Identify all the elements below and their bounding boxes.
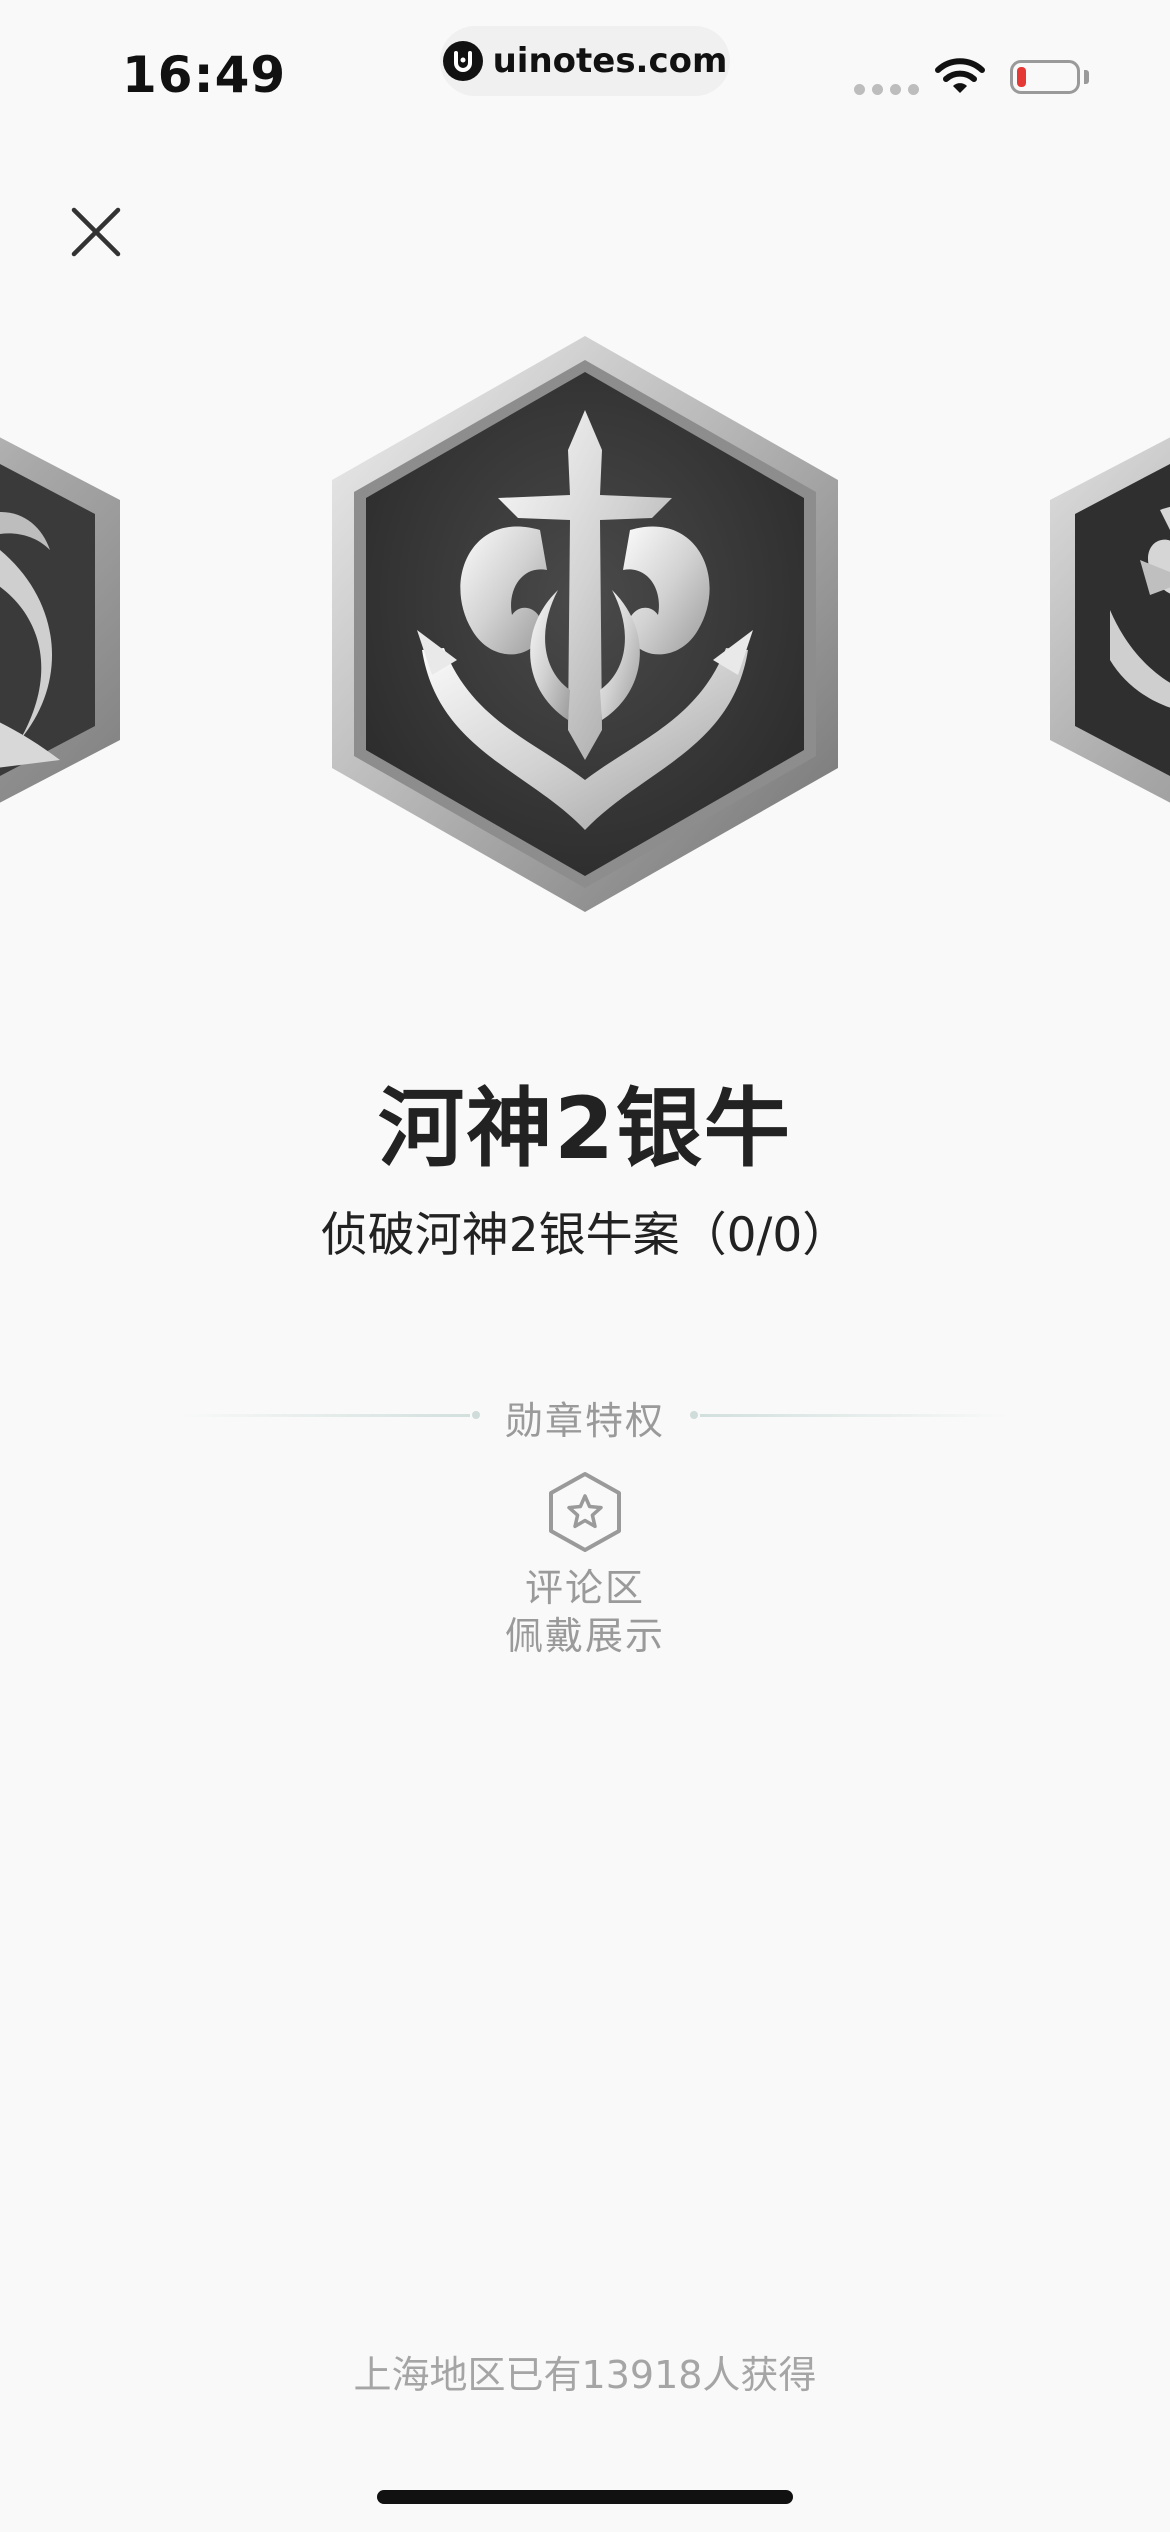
badge-detail-screen: 16:49 uinotes.com 河神2银牛 侦破河神2银牛案（0/0） 勋章…: [0, 0, 1170, 2532]
battery-icon: [1010, 60, 1080, 94]
badge-title: 河神2银牛: [378, 1079, 792, 1179]
divider-dot-right: [690, 1411, 698, 1419]
anchor-badge-icon: [332, 336, 838, 912]
battery-level: [1017, 67, 1026, 87]
divider-dot-left: [472, 1411, 480, 1419]
wifi-icon: [935, 58, 985, 93]
previous-badge[interactable]: [0, 380, 140, 860]
divider-right: [700, 1414, 1010, 1417]
battery-cap: [1084, 70, 1089, 84]
cellular-signal-icon: [854, 84, 919, 95]
badge-description: 侦破河神2银牛案（0/0）: [320, 1208, 850, 1263]
status-time: 16:49: [122, 46, 287, 104]
star-hexagon-icon: [549, 1472, 621, 1552]
close-icon: [71, 207, 121, 257]
home-indicator[interactable]: [377, 2490, 793, 2504]
privileges-title: 勋章特权: [504, 1399, 665, 1443]
privileges-header: 勋章特权: [0, 1390, 1170, 1443]
next-badge[interactable]: [1030, 380, 1170, 860]
privilege-item-comment-display: 评论区 佩戴展示: [485, 1470, 685, 1660]
close-button[interactable]: [60, 196, 132, 268]
url-pill[interactable]: uinotes.com: [440, 26, 730, 96]
site-logo-icon: [442, 41, 483, 81]
owner-count-stat: 上海地区已有13918人获得: [353, 2353, 817, 2397]
url-text: uinotes.com: [492, 41, 728, 81]
divider-left: [180, 1414, 470, 1417]
privilege-label-line1: 评论区: [524, 1566, 645, 1610]
privilege-label-line2: 佩戴展示: [504, 1614, 665, 1658]
